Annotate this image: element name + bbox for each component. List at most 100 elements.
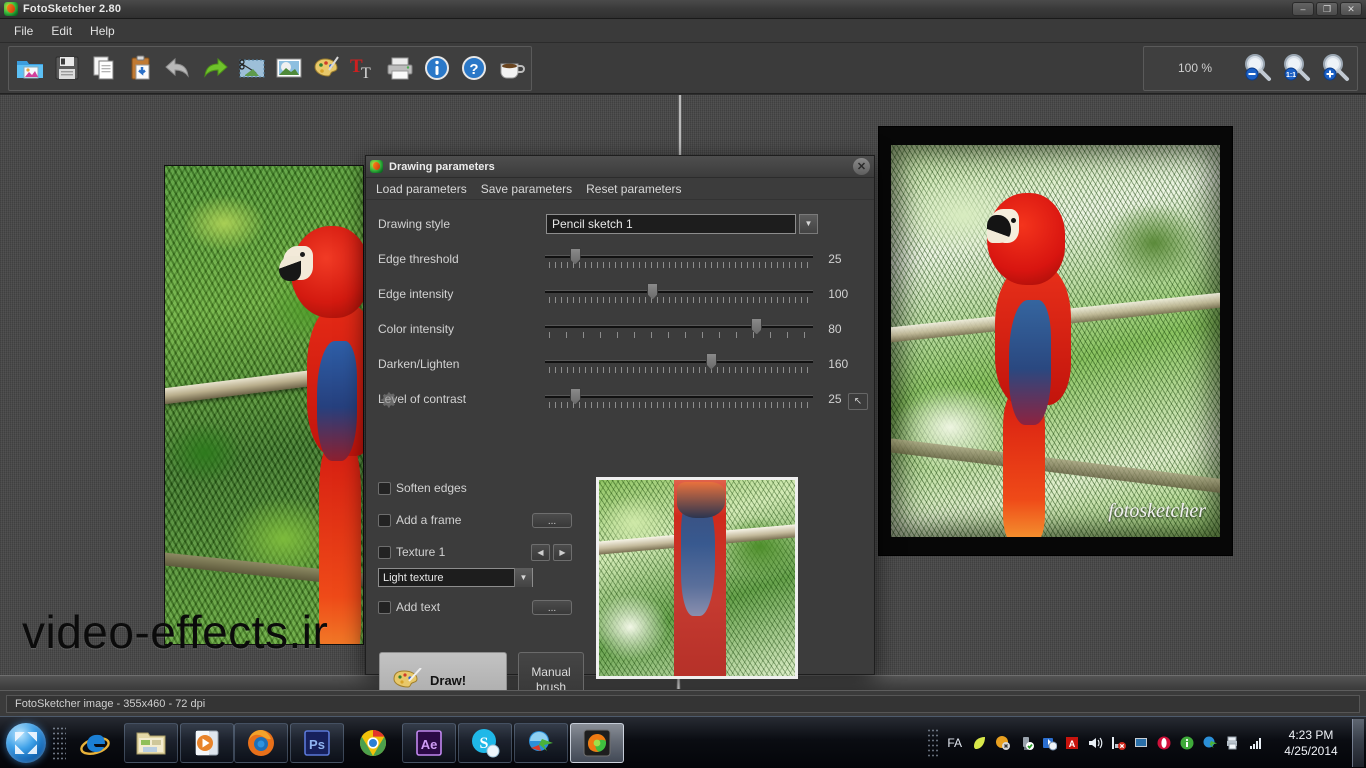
avg-shield-icon[interactable] [995,735,1011,751]
drawing-style-select[interactable]: Pencil sketch 1 [546,213,796,234]
slider-track [545,394,814,398]
task-buttons: Ps Ae S [234,722,624,763]
dialog-close-icon[interactable]: ✕ [853,158,870,175]
minimize-button[interactable]: – [1292,2,1314,16]
texture-select-value: Light texture [383,571,444,584]
menu-help[interactable]: Help [82,21,123,41]
help-button[interactable]: ? [455,48,492,89]
start-button[interactable] [2,721,50,765]
color-intensity-slider[interactable] [545,316,814,342]
color-intensity-value: 80 [828,321,842,336]
sketch-preview [596,477,798,679]
slider-ticks [549,366,812,373]
soften-edges-row[interactable]: Soften edges [378,472,598,504]
display-icon[interactable] [1133,735,1149,751]
edge-intensity-slider[interactable] [545,281,814,307]
taskbar-internet-download-manager[interactable] [514,722,568,763]
taskbar-windows-media-player[interactable] [180,722,234,763]
tray-grip[interactable] [927,727,940,758]
fotosketcher-logo-icon [370,160,383,173]
darken-lighten-slider[interactable] [545,351,814,377]
about-button[interactable] [418,48,455,89]
taskbar-internet-explorer[interactable] [68,723,122,763]
printer-icon [387,57,412,80]
copy-button[interactable] [85,48,122,89]
taskbar-windows-explorer[interactable] [124,722,178,763]
show-desktop-button[interactable] [1352,718,1364,767]
network-error-icon[interactable] [1110,735,1126,751]
magnifier-minus-icon [1244,54,1271,81]
add-a-frame-row[interactable]: Add a frame ... [378,504,598,536]
printer-tray-icon[interactable] [1225,735,1241,751]
splitter-grip[interactable] [676,678,681,689]
sketch-branch-lower [891,434,1220,497]
usb-safely-remove-icon[interactable] [1018,735,1034,751]
reset-parameters-menu[interactable]: Reset parameters [586,182,681,196]
redo-button[interactable] [196,48,233,89]
zoom-out-button[interactable] [1238,48,1275,89]
autodesk-icon[interactable]: A [1064,735,1080,751]
info-icon[interactable] [1179,735,1195,751]
chevron-down-icon[interactable]: ▼ [514,568,532,587]
print-button[interactable] [381,48,418,89]
restore-button[interactable]: ❐ [1316,2,1338,16]
edge-threshold-label: Edge threshold [378,251,459,266]
add-text-button[interactable]: T T [344,48,381,89]
svg-text:Ps: Ps [309,737,325,752]
language-indicator[interactable]: FA [947,736,962,750]
resize-corner-icon[interactable]: ↖ [848,393,868,410]
taskbar-fotosketcher[interactable] [570,722,624,763]
menu-file[interactable]: File [6,21,41,41]
taskbar-after-effects[interactable]: Ae [402,722,456,763]
signal-bars-icon[interactable] [1248,735,1264,751]
drawing-style-label: Drawing style [378,216,451,231]
taskbar-firefox[interactable] [234,722,288,763]
slider-track [545,324,814,328]
close-button[interactable]: ✕ [1340,2,1362,16]
chevron-left-icon[interactable]: ◀ [531,543,550,561]
edge-threshold-slider[interactable] [545,246,814,272]
texture-select[interactable]: Light texture ▼ [378,568,533,587]
add-text-checkbox[interactable] [378,600,391,614]
crop-button[interactable] [233,48,270,89]
resize-image-button[interactable] [270,48,307,89]
undo-button[interactable] [159,48,196,89]
chevron-right-icon[interactable]: ▶ [553,543,572,561]
gear-icon[interactable] [378,390,398,410]
source-photo [164,165,364,645]
save-image-button[interactable] [48,48,85,89]
taskbar-skype[interactable]: S [458,722,512,763]
paste-button[interactable] [122,48,159,89]
open-image-button[interactable] [11,48,48,89]
fotosketcher-logo-icon [583,729,611,756]
window-controls: – ❐ ✕ [1292,2,1366,16]
taskbar-photoshop[interactable]: Ps [290,722,344,763]
add-a-frame-checkbox[interactable] [378,513,391,527]
soften-edges-checkbox[interactable] [378,481,391,495]
taskbar-grip[interactable] [52,725,66,760]
dialog-title-bar[interactable]: Drawing parameters ✕ [366,156,874,178]
zoom-in-button[interactable] [1316,48,1353,89]
donate-button[interactable] [492,48,529,89]
add-text-row[interactable]: Add text ... [378,591,598,623]
load-parameters-menu[interactable]: Load parameters [376,182,467,196]
bluetooth-icon[interactable] [1041,735,1057,751]
texture-checkbox[interactable] [378,545,391,559]
menu-edit[interactable]: Edit [43,21,80,41]
volume-speaker-icon[interactable] [1087,735,1103,751]
save-parameters-menu[interactable]: Save parameters [481,182,572,196]
text-options-button[interactable]: ... [532,599,572,615]
leaf-icon[interactable] [972,735,988,751]
taskbar-clock[interactable]: 4:23 PM 4/25/2014 [1274,727,1348,759]
opera-icon[interactable] [1156,735,1172,751]
frame-options-button[interactable]: ... [532,512,572,528]
texture-row[interactable]: Texture 1 ◀ ▶ [378,536,598,568]
chevron-down-icon[interactable]: ▼ [799,213,818,234]
zoom-actual-size-button[interactable]: 1:1 [1277,48,1314,89]
taskbar-chrome[interactable] [346,723,400,763]
drawing-parameters-button[interactable] [307,48,344,89]
add-a-frame-label: Add a frame [396,513,462,527]
idm-tray-icon[interactable] [1202,735,1218,751]
level-of-contrast-slider[interactable] [545,386,814,412]
after-effects-ae-icon: Ae [416,729,442,756]
